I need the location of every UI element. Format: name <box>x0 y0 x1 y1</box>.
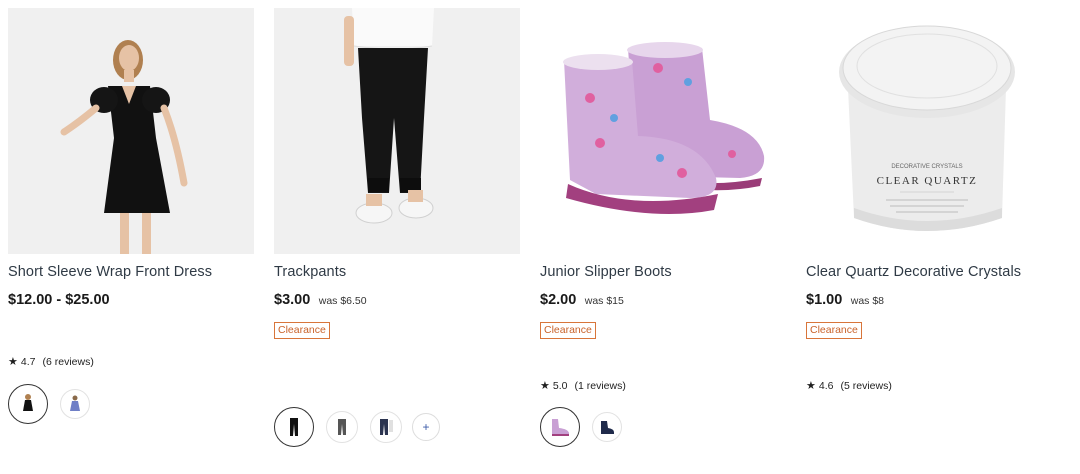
product-rating: ★ 4.7 (6 reviews) <box>8 356 94 368</box>
dress-thumbnail-icon <box>70 395 80 411</box>
product-title[interactable]: Clear Quartz Decorative Crystals <box>806 264 1021 280</box>
product-image-trackpants[interactable] <box>274 8 520 254</box>
product-title[interactable]: Trackpants <box>274 264 346 280</box>
jar-label-main: CLEAR QUARTZ <box>877 175 978 187</box>
boots-thumbnail-icon <box>552 419 569 436</box>
product-rating: ★ 5.0 (1 reviews) <box>540 380 626 392</box>
dress-thumbnail-icon <box>23 394 33 411</box>
product-image-crystals[interactable]: DECORATIVE CRYSTALS CLEAR QUARTZ <box>806 8 1052 254</box>
jar-label-top: DECORATIVE CRYSTALS <box>891 164 962 170</box>
product-card-slipper-boots: Junior Slipper Boots $2.00 was $15 Clear… <box>540 8 786 447</box>
product-card-dress: Short Sleeve Wrap Front Dress $12.00 - $… <box>8 8 254 424</box>
clearance-badge: Clearance <box>274 322 330 339</box>
color-swatches: + <box>274 407 440 447</box>
product-card-trackpants: Trackpants $3.00 was $6.50 Clearance + <box>274 8 520 447</box>
product-title[interactable]: Junior Slipper Boots <box>540 264 672 280</box>
slipper-boots-image <box>540 8 786 254</box>
product-rating: ★ 4.6 (5 reviews) <box>806 380 892 392</box>
trackpants-thumbnail-icon <box>290 418 298 436</box>
product-image-dress[interactable] <box>8 8 254 254</box>
color-swatches <box>8 384 98 424</box>
product-card-crystals: DECORATIVE CRYSTALS CLEAR QUARTZ Clear Q… <box>806 8 1052 392</box>
black-trackpants-swatch[interactable] <box>274 407 314 447</box>
price-row: $12.00 - $25.00 <box>8 291 110 309</box>
product-title[interactable]: Short Sleeve Wrap Front Dress <box>8 264 212 280</box>
product-price: $12.00 - $25.00 <box>8 292 110 308</box>
blue-dress-swatch[interactable] <box>60 389 90 419</box>
black-dress-swatch[interactable] <box>8 384 48 424</box>
boots-thumbnail-icon <box>601 421 614 434</box>
star-icon: ★ <box>540 379 550 392</box>
grey-trackpants-swatch[interactable] <box>326 411 358 443</box>
trackpants-model-image <box>274 8 520 254</box>
was-price: was $15 <box>584 295 624 307</box>
review-count[interactable]: (5 reviews) <box>840 380 891 392</box>
product-price: $2.00 <box>540 292 577 308</box>
rating-value: 5.0 <box>552 380 568 392</box>
review-count[interactable]: (1 reviews) <box>574 380 625 392</box>
was-price: was $8 <box>850 295 885 307</box>
clearance-badge: Clearance <box>806 322 862 339</box>
color-swatches <box>540 407 630 447</box>
product-price: $3.00 <box>274 292 311 308</box>
clearance-badge: Clearance <box>540 322 596 339</box>
was-price: was $6.50 <box>318 295 367 307</box>
dress-model-image <box>8 8 254 254</box>
more-colors-button[interactable]: + <box>412 413 440 441</box>
lilac-boots-swatch[interactable] <box>540 407 580 447</box>
navy-trackpants-swatch[interactable] <box>370 411 402 443</box>
review-count[interactable]: (6 reviews) <box>42 356 93 368</box>
rating-value: 4.7 <box>20 356 36 368</box>
trackpants-thumbnail-icon <box>338 419 346 435</box>
price-row: $1.00 was $8 <box>806 291 884 309</box>
rating-value: 4.6 <box>818 380 834 392</box>
price-row: $3.00 was $6.50 <box>274 291 367 309</box>
trackpants-thumbnail-icon <box>380 419 393 435</box>
star-icon: ★ <box>8 355 18 368</box>
navy-boots-swatch[interactable] <box>592 412 622 442</box>
crystal-jar-image: DECORATIVE CRYSTALS CLEAR QUARTZ <box>806 8 1052 254</box>
price-row: $2.00 was $15 <box>540 291 624 309</box>
product-image-slipper-boots[interactable] <box>540 8 786 254</box>
product-price: $1.00 <box>806 292 843 308</box>
star-icon: ★ <box>806 379 816 392</box>
